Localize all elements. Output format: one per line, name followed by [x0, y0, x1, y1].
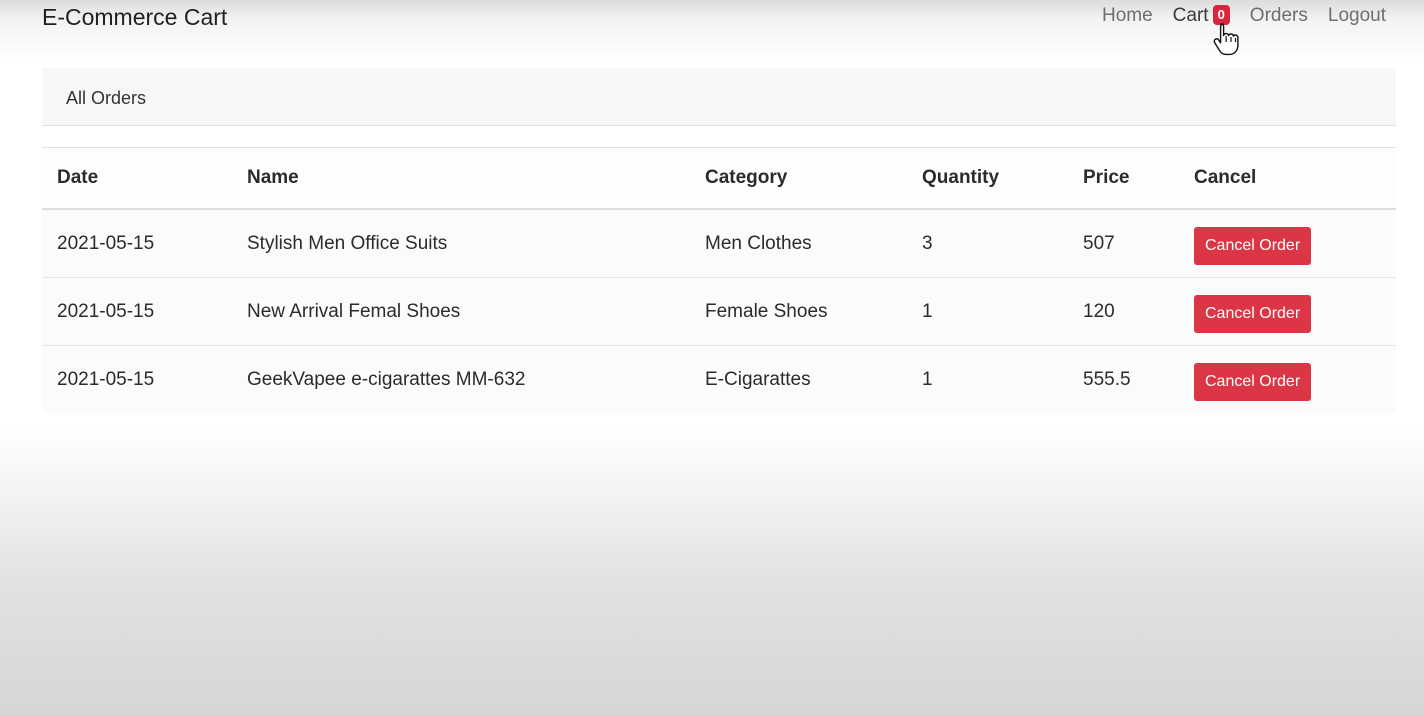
card-header: All Orders — [42, 68, 1396, 126]
cell-action: Cancel Order — [1179, 209, 1396, 278]
cell-name: GeekVapee e-cigarattes MM-632 — [247, 368, 526, 390]
card-title: All Orders — [66, 88, 147, 108]
nav-cart-label: Cart — [1172, 5, 1209, 26]
cell-date: 2021-05-15 — [42, 277, 232, 346]
cancel-order-button[interactable]: Cancel Order — [1194, 294, 1312, 333]
brand-logo[interactable]: E-Commerce Cart — [42, 4, 227, 30]
cell-action: Cancel Order — [1179, 346, 1396, 414]
nav-orders-link[interactable]: Orders — [1250, 5, 1308, 27]
cell-price: 507 — [1068, 209, 1179, 278]
table-row: 2021-05-15 New Arrival Femal Shoes Femal… — [42, 277, 1396, 346]
nav-logout-link[interactable]: Logout — [1328, 5, 1386, 27]
header-price: Price — [1068, 147, 1179, 210]
cell-quantity: 1 — [907, 277, 1068, 346]
nav-home-link[interactable]: Home — [1102, 5, 1153, 27]
cancel-order-button[interactable]: Cancel Order — [1194, 362, 1312, 401]
cell-name: Stylish Men Office Suits — [232, 209, 690, 278]
table-header-row: Date Name Category Quantity Price Cancel — [42, 147, 1396, 210]
cancel-order-button[interactable]: Cancel Order — [1194, 226, 1312, 265]
cell-quantity: 3 — [907, 209, 1068, 278]
table-row: 2021-05-15 GeekVapee e-cigarattes MM-632… — [42, 346, 1396, 414]
header-quantity: Quantity — [907, 147, 1068, 210]
table-row: 2021-05-15 Stylish Men Office Suits Men … — [42, 209, 1396, 278]
header-cancel: Cancel — [1179, 147, 1396, 210]
cell-price: 555.5 — [1083, 368, 1131, 390]
cell-date: 2021-05-15 — [42, 209, 232, 278]
cell-category: Female Shoes — [690, 277, 907, 346]
header-category: Category — [690, 147, 907, 210]
cell-price: 120 — [1068, 277, 1179, 346]
navbar: E-Commerce Cart Home Cart 0 Orders Logout — [0, 0, 1424, 50]
header-name: Name — [232, 147, 690, 210]
cell-name: New Arrival Femal Shoes — [232, 277, 690, 346]
cell-date: 2021-05-15 — [57, 368, 155, 390]
hand-pointer-cursor-icon — [1213, 23, 1239, 56]
orders-table: Date Name Category Quantity Price Cancel… — [42, 147, 1396, 413]
header-date: Date — [42, 147, 232, 210]
cell-action: Cancel Order — [1179, 277, 1396, 346]
cell-category: E-Cigarattes — [705, 368, 811, 390]
cell-category: Men Clothes — [690, 209, 907, 278]
cell-quantity: 1 — [922, 368, 933, 390]
